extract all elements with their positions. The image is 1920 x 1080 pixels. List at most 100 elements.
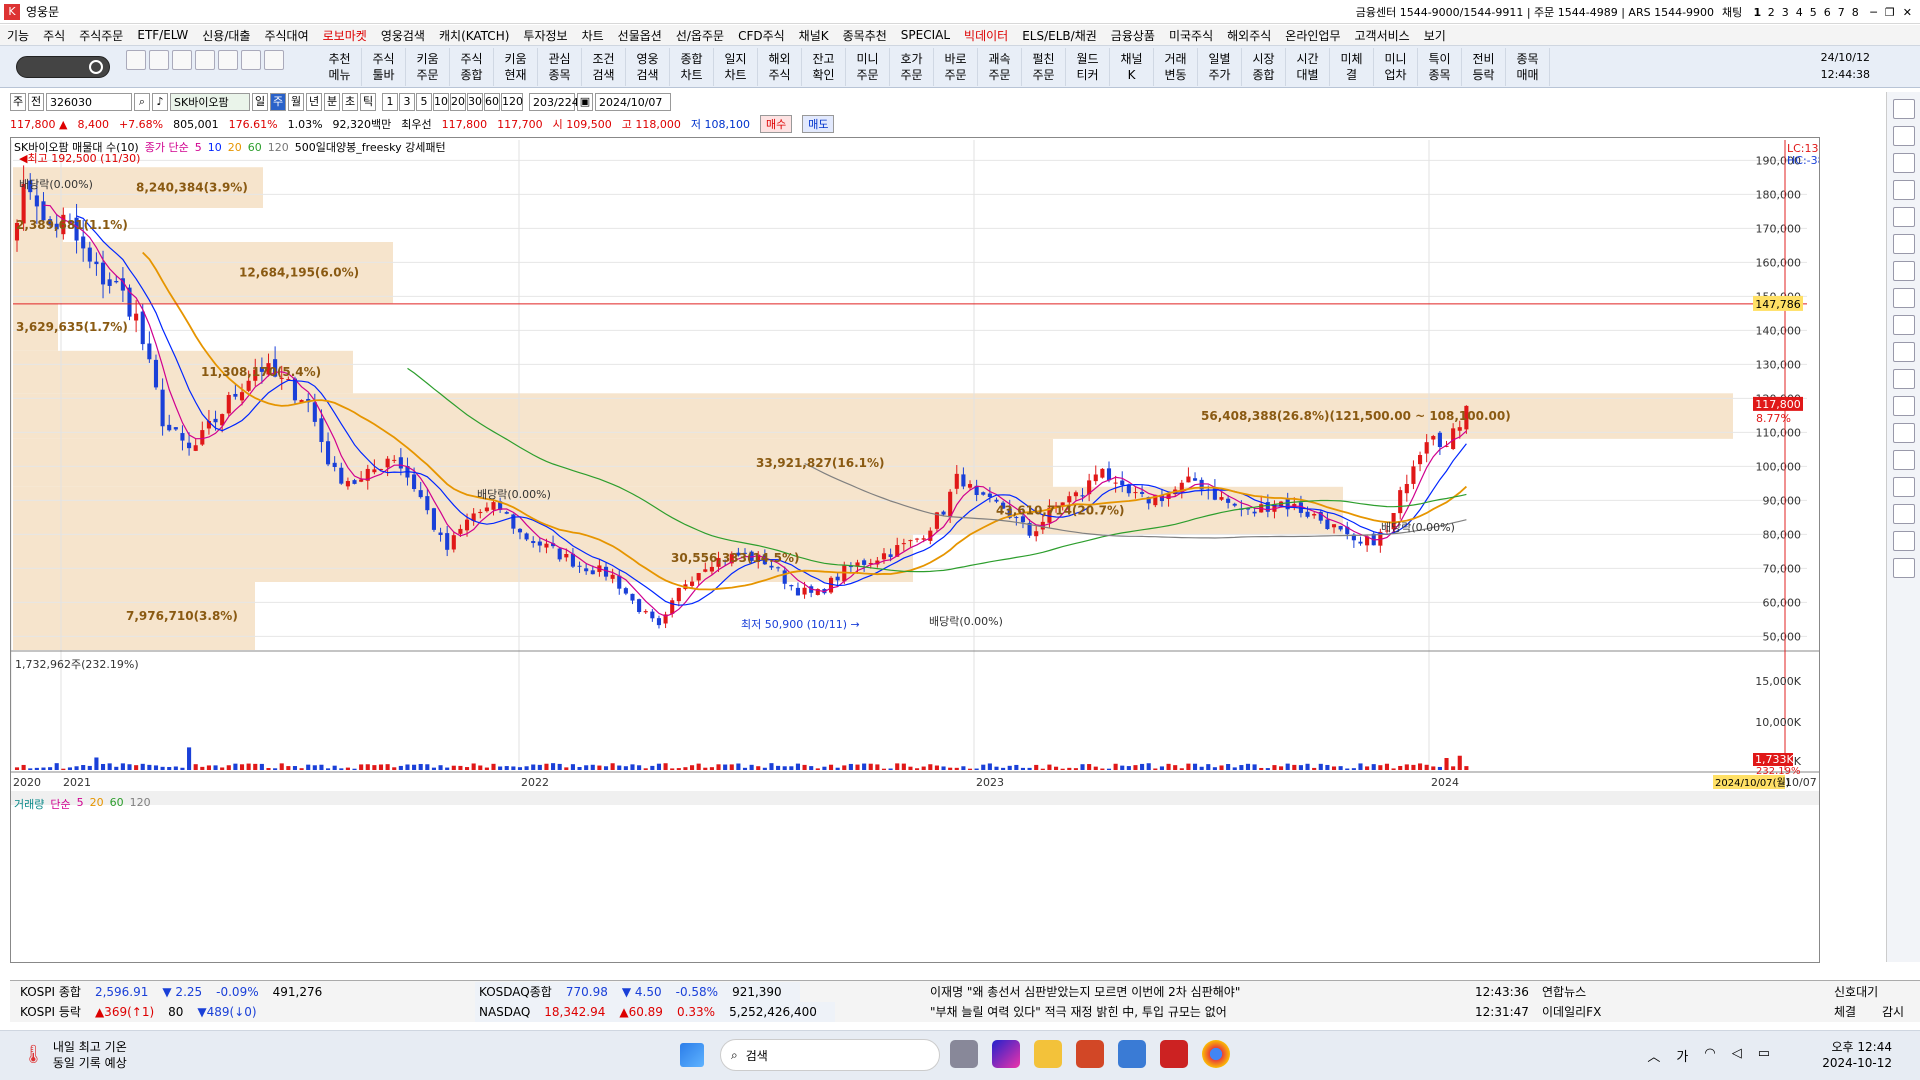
kospi-updown-0[interactable]: KOSPI 등락 [20,1005,81,1019]
period-틱[interactable]: 틱 [360,93,376,111]
kiwoom-icon[interactable] [1160,1040,1188,1068]
volume-icon[interactable]: ◁ [1732,1046,1742,1065]
menu-item-5[interactable]: 주식대여 [257,27,315,44]
kosdaq-0[interactable]: KOSDAQ종합 [479,985,552,999]
candle-icon[interactable] [1893,342,1915,362]
interval-120[interactable]: 120 [501,93,523,111]
chevron-up-icon[interactable]: ︿ [1647,1046,1660,1065]
candle-count[interactable]: 203/224 [529,93,579,111]
folder-icon[interactable] [126,50,146,70]
toolbar-button-7[interactable]: 영웅 검색 [626,48,670,86]
menu-item-1[interactable]: 주식 [36,27,72,44]
toolbar-button-23[interactable]: 미체 결 [1330,48,1374,86]
sell-button[interactable]: 매도 [802,115,835,133]
page-tab-2[interactable]: 2 [1764,6,1778,19]
toolbar-button-18[interactable]: 채널 K [1110,48,1154,86]
delete-icon[interactable] [1893,504,1915,524]
toolbar-button-3[interactable]: 주식 종합 [450,48,494,86]
minimize-icon[interactable]: ─ [1870,6,1877,19]
lock-icon[interactable] [172,50,192,70]
toolbar-button-0[interactable]: 추천 메뉴 [318,48,362,86]
page-tab-5[interactable]: 5 [1806,6,1820,19]
notepad-icon[interactable] [1118,1040,1146,1068]
chrome-icon[interactable] [1202,1040,1230,1068]
page-tab-7[interactable]: 7 [1834,6,1848,19]
eraser-icon[interactable] [1893,477,1915,497]
menu-item-8[interactable]: 캐치(KATCH) [432,27,516,44]
settings-icon[interactable] [1893,153,1915,173]
monitor-icon[interactable] [241,50,261,70]
taskbar-clock[interactable]: 오후 12:44 2024-10-12 [1822,1039,1892,1071]
pen-icon[interactable] [149,50,169,70]
menu-item-6[interactable]: 로보마켓 [316,27,374,44]
toolbar-button-26[interactable]: 전비 등락 [1462,48,1506,86]
chat-button[interactable]: 채팅 [1722,4,1742,20]
menu-item-3[interactable]: ETF/ELW [130,28,195,42]
interval-3[interactable]: 3 [399,93,415,111]
monitor-button[interactable]: 감시 [1882,1002,1904,1022]
menu-search-input[interactable] [16,56,110,78]
period-주[interactable]: 주 [270,93,286,111]
page-tab-4[interactable]: 4 [1792,6,1806,19]
toolbar-button-4[interactable]: 키움 현재 [494,48,538,86]
toolbar-button-2[interactable]: 키움 주문 [406,48,450,86]
candlestick-chart[interactable]: 190,000180,000170,000160,000150,000140,0… [10,138,1843,962]
menu-item-13[interactable]: CFD주식 [731,27,792,44]
page-tab-3[interactable]: 3 [1778,6,1792,19]
page-tab-1[interactable]: 1 [1750,6,1764,19]
line-icon[interactable] [1893,288,1915,308]
interval-60[interactable]: 60 [484,93,500,111]
period-일[interactable]: 일 [252,93,268,111]
period-초[interactable]: 초 [342,93,358,111]
menu-item-12[interactable]: 선/옵주문 [669,27,731,44]
menu-item-21[interactable]: 해외주식 [1220,27,1278,44]
text-icon[interactable] [1893,423,1915,443]
toolbar-button-10[interactable]: 해외 주식 [758,48,802,86]
close-icon[interactable]: ✕ [1903,6,1912,19]
period-분[interactable]: 분 [324,93,340,111]
weather-widget[interactable]: 🌡 내일 최고 기온 동일 기록 예상 [22,1039,127,1071]
start-icon[interactable] [680,1043,704,1067]
toolbar-button-16[interactable]: 펄친 주문 [1022,48,1066,86]
fibonacci-icon[interactable] [1893,450,1915,470]
toolbar-button-24[interactable]: 미니 업차 [1374,48,1418,86]
restore-icon[interactable]: ❐ [1885,6,1895,19]
toolbar-button-27[interactable]: 종목 매매 [1506,48,1550,86]
cursor-icon[interactable] [1893,234,1915,254]
page-tab-8[interactable]: 8 [1848,6,1862,19]
interval-5[interactable]: 5 [416,93,432,111]
signal-status[interactable]: 신호대기 [1834,982,1878,1002]
chart-type-button[interactable]: 주 [10,93,26,111]
toolbar-button-9[interactable]: 일지 차트 [714,48,758,86]
wifi-icon[interactable]: ◠ [1704,1046,1715,1065]
toolbar-button-13[interactable]: 호가 주문 [890,48,934,86]
news-headline-1[interactable]: 이재명 "왜 총선서 심판받았는지 모르면 이번에 2차 심판해야" [930,982,1450,1002]
menu-item-23[interactable]: 고객서비스 [1348,27,1417,44]
auto-icon[interactable] [1893,315,1915,335]
powerpoint-icon[interactable] [1076,1040,1104,1068]
execution-button[interactable]: 체결 [1834,1002,1856,1022]
toolbar-button-20[interactable]: 일별 주가 [1198,48,1242,86]
screen-icon[interactable] [195,50,215,70]
menu-item-24[interactable]: 보기 [1417,27,1453,44]
layout-icon[interactable] [1893,126,1915,146]
battery-icon[interactable]: ▭ [1758,1046,1770,1065]
interval-20[interactable]: 20 [450,93,466,111]
trendline-icon[interactable] [1893,261,1915,281]
toolbar-button-12[interactable]: 미니 주문 [846,48,890,86]
all-button[interactable]: 전 [28,93,44,111]
menu-item-0[interactable]: 기능 [0,27,36,44]
gear-icon[interactable] [264,50,284,70]
chart-area[interactable]: 190,000180,000170,000160,000150,000140,0… [10,137,1843,963]
period-년[interactable]: 년 [306,93,322,111]
refresh-icon[interactable] [1893,99,1915,119]
nasdaq-0[interactable]: NASDAQ [479,1005,530,1019]
menu-item-14[interactable]: 채널K [792,27,836,44]
page-tab-6[interactable]: 6 [1820,6,1834,19]
toolbar-button-22[interactable]: 시간 대별 [1286,48,1330,86]
swap-icon[interactable] [1893,396,1915,416]
screen-pages[interactable]: 12345678 [1750,6,1862,19]
toolbar-button-5[interactable]: 관심 종목 [538,48,582,86]
interval-30[interactable]: 30 [467,93,483,111]
search-icon[interactable]: ⌕ [134,93,150,111]
